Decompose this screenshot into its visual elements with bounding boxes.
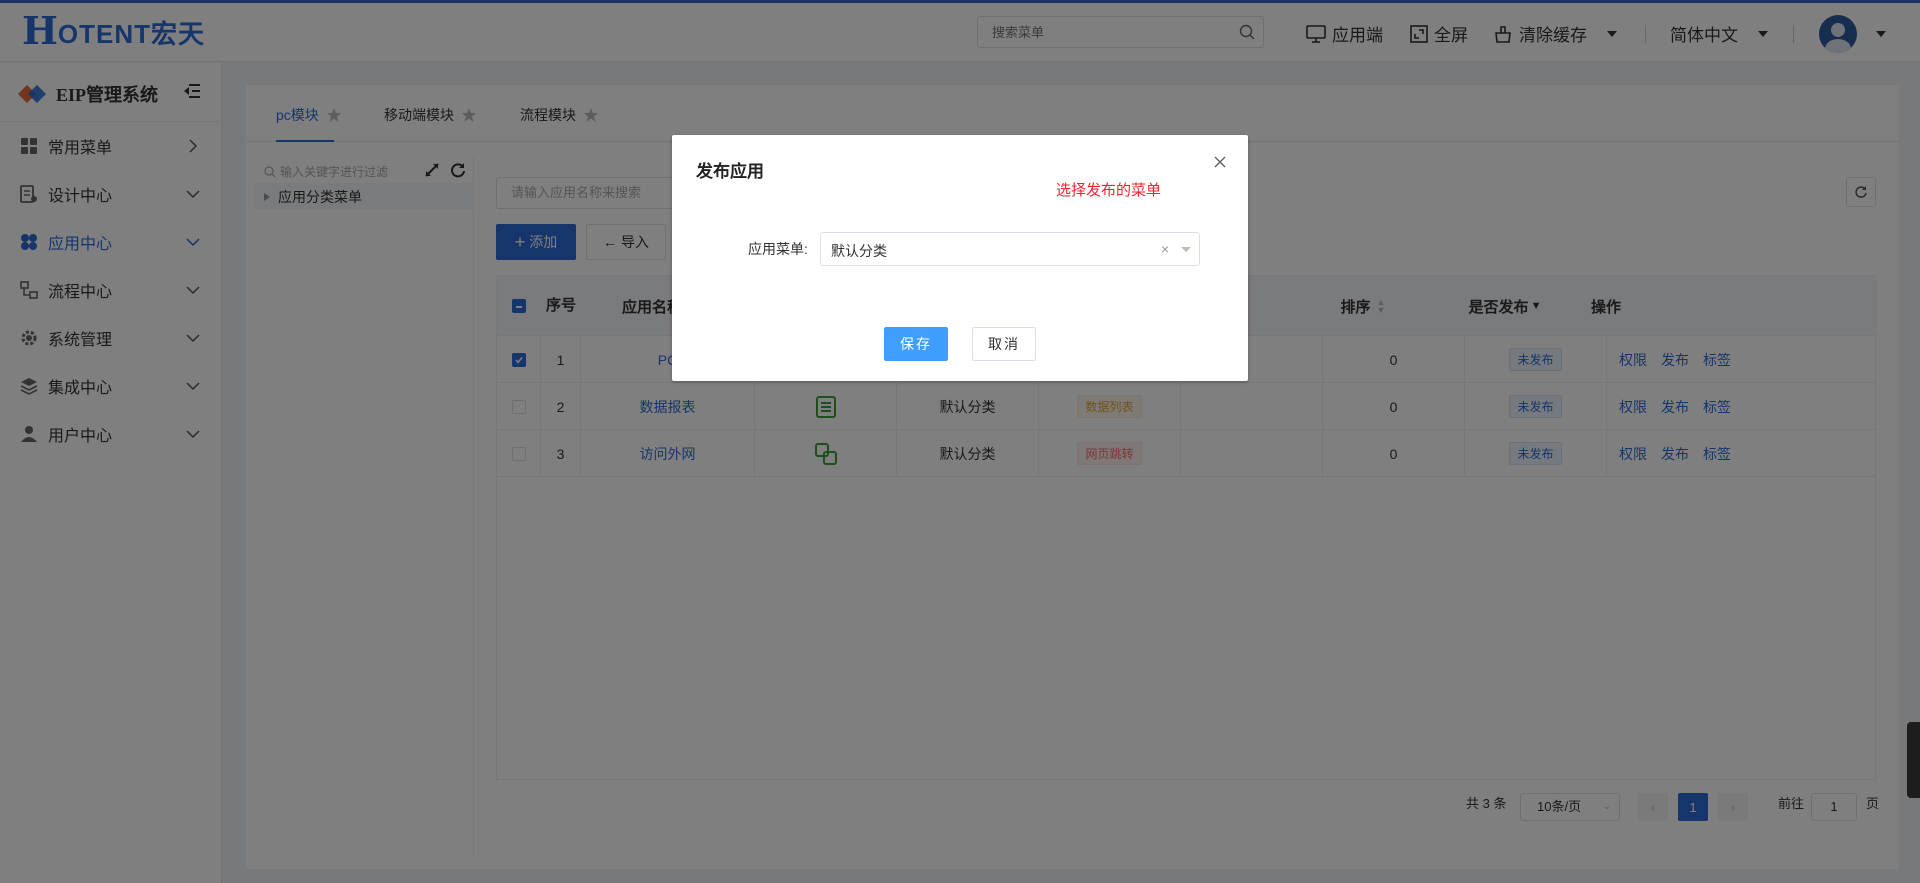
modal-overlay[interactable] [0, 0, 1920, 883]
save-button[interactable]: 保存 [884, 327, 948, 361]
app-menu-value: 默认分类 [831, 243, 887, 259]
publish-app-dialog: 发布应用 选择发布的菜单 应用菜单: 默认分类 × 保存 取消 [672, 135, 1248, 381]
clear-icon[interactable]: × [1161, 241, 1169, 257]
app-menu-label: 应用菜单: [748, 241, 808, 257]
app-menu-select[interactable]: 默认分类 × [820, 232, 1200, 266]
cancel-button[interactable]: 取消 [972, 327, 1036, 361]
dialog-title: 发布应用 [696, 162, 764, 181]
chevron-down-icon[interactable] [1181, 247, 1191, 252]
dialog-hint: 选择发布的菜单 [1056, 182, 1162, 199]
close-icon[interactable] [1214, 155, 1226, 171]
